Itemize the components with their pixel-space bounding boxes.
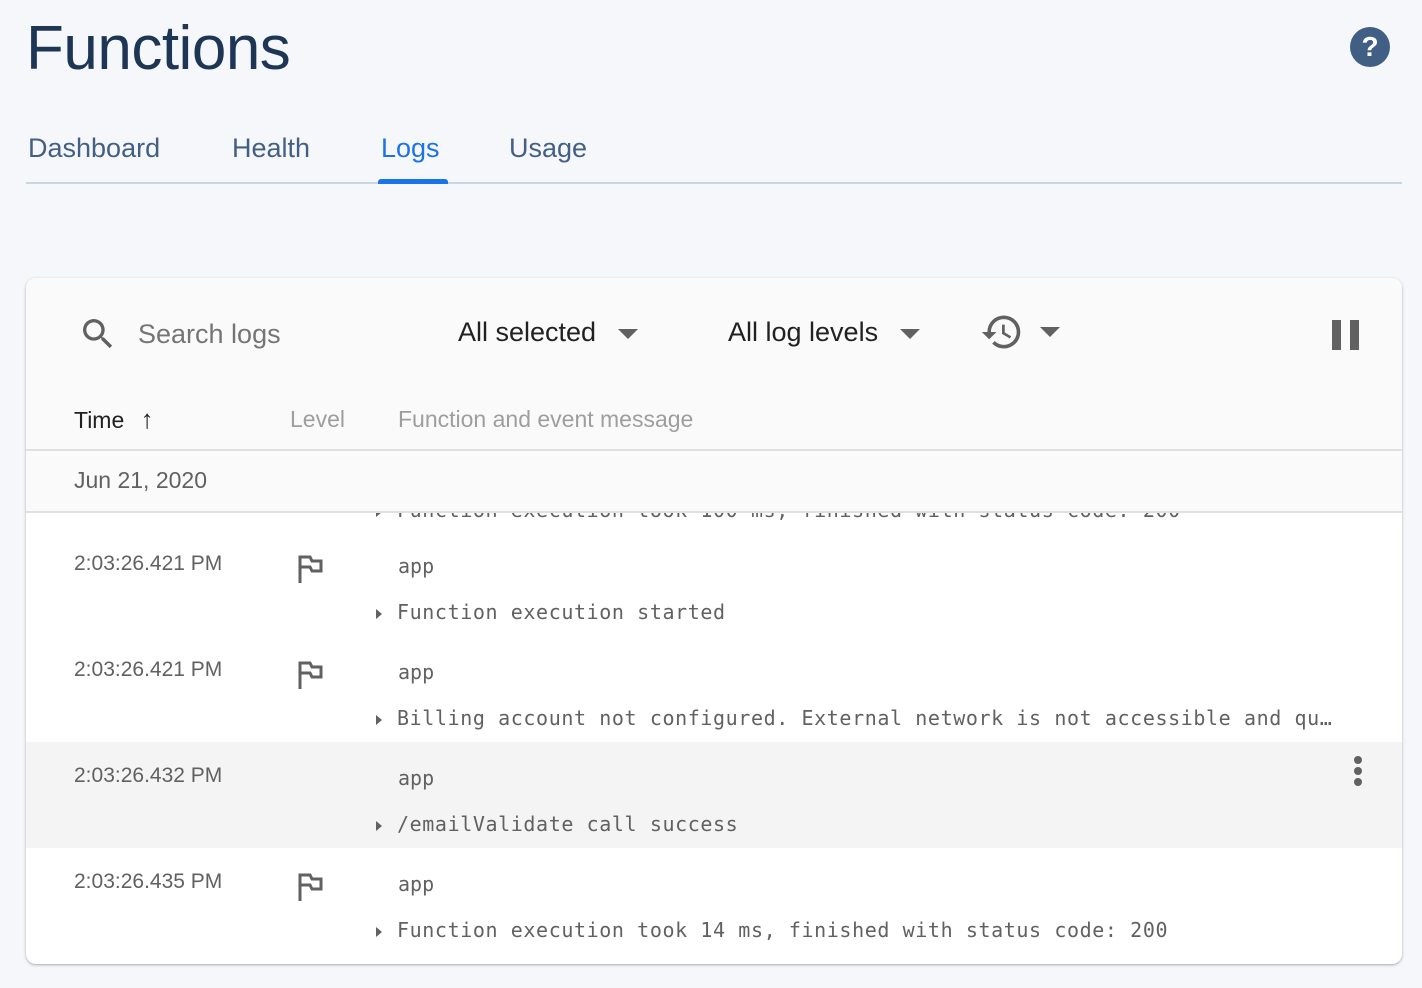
expand-arrow-icon[interactable] bbox=[376, 608, 382, 619]
log-row[interactable]: 2:03:26.432 PM app /emailValidate call s… bbox=[26, 742, 1402, 848]
tab-bar: Dashboard Health Logs Usage bbox=[26, 120, 1402, 184]
help-circle-icon: ? bbox=[1361, 31, 1379, 62]
logs-card: All selected All log levels Time ↑ Level… bbox=[26, 278, 1402, 964]
expand-arrow-icon[interactable] bbox=[376, 714, 382, 725]
logs-toolbar: All selected All log levels Time ↑ Level… bbox=[26, 278, 1402, 513]
function-filter-label: All selected bbox=[458, 317, 597, 347]
date-group-label: Jun 21, 2020 bbox=[74, 467, 208, 493]
log-function-name: app bbox=[398, 660, 435, 684]
expand-arrow-icon[interactable] bbox=[376, 926, 382, 937]
tab-logs[interactable]: Logs bbox=[381, 130, 440, 166]
page-title: Functions bbox=[26, 14, 291, 83]
column-header-message: Function and event message bbox=[398, 406, 694, 432]
help-button[interactable]: ? bbox=[1350, 27, 1390, 67]
log-message: Billing account not configured. External… bbox=[376, 706, 1336, 730]
pause-icon bbox=[1332, 320, 1341, 350]
log-message: Function execution started bbox=[376, 600, 1336, 624]
log-message: Function execution took 14 ms, finished … bbox=[376, 918, 1336, 942]
log-time: 2:03:26.421 PM bbox=[74, 658, 223, 681]
log-function-name: app bbox=[398, 766, 435, 790]
flag-icon bbox=[298, 661, 323, 689]
log-time: 2:03:26.421 PM bbox=[74, 552, 223, 575]
function-filter-dropdown[interactable]: All selected bbox=[458, 314, 639, 350]
pause-button[interactable] bbox=[1332, 320, 1360, 350]
log-time: 2:03:26.435 PM bbox=[74, 870, 223, 893]
log-time: 2:03:26.432 PM bbox=[74, 764, 223, 787]
log-level-dropdown[interactable]: All log levels bbox=[728, 314, 921, 350]
pause-icon bbox=[1350, 320, 1359, 350]
tab-health[interactable]: Health bbox=[232, 130, 310, 166]
log-function-name: app bbox=[398, 872, 435, 896]
more-options-button[interactable] bbox=[1348, 756, 1368, 792]
arrow-up-icon: ↑ bbox=[140, 404, 154, 434]
active-tab-indicator bbox=[378, 179, 448, 184]
log-message: /emailValidate call success bbox=[376, 812, 1336, 836]
column-header-time[interactable]: Time ↑ bbox=[74, 404, 154, 435]
flag-icon bbox=[298, 873, 323, 901]
log-row[interactable]: 2:03:26.421 PM app Function execution st… bbox=[26, 530, 1402, 636]
log-list[interactable]: Function execution took 100 ms, finished… bbox=[26, 486, 1402, 954]
chevron-down-icon bbox=[900, 328, 921, 339]
time-range-dropdown[interactable] bbox=[980, 312, 1070, 352]
log-function-name: app bbox=[398, 554, 435, 578]
search-logs-input[interactable] bbox=[138, 316, 398, 352]
tab-usage[interactable]: Usage bbox=[509, 130, 587, 166]
chevron-down-icon bbox=[618, 328, 639, 339]
flag-icon bbox=[298, 555, 323, 583]
more-vert-icon bbox=[1348, 756, 1368, 786]
search-icon bbox=[83, 319, 113, 349]
log-row[interactable]: 2:03:26.435 PM app Function execution to… bbox=[26, 848, 1402, 954]
expand-arrow-icon[interactable] bbox=[376, 820, 382, 831]
date-group-header: Jun 21, 2020 bbox=[26, 449, 1402, 513]
history-icon bbox=[981, 315, 1021, 349]
tab-dashboard[interactable]: Dashboard bbox=[28, 130, 160, 166]
log-row[interactable]: 2:03:26.421 PM app Billing account not c… bbox=[26, 636, 1402, 742]
column-header-level: Level bbox=[290, 406, 345, 432]
log-level-label: All log levels bbox=[728, 317, 879, 347]
chevron-down-icon bbox=[1040, 327, 1060, 337]
